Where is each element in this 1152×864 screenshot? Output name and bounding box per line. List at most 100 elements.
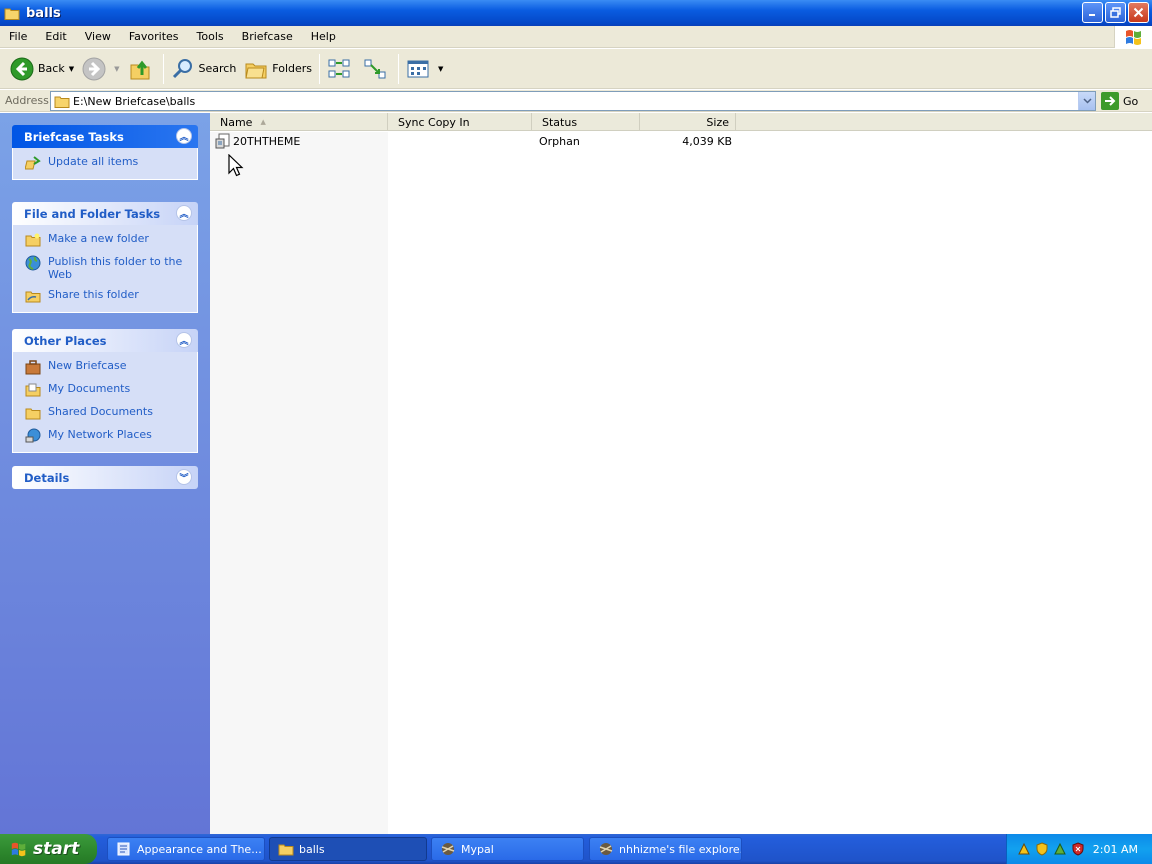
task-label: balls	[299, 842, 325, 856]
file-folder-tasks-header[interactable]: File and Folder Tasks ︽	[12, 202, 198, 225]
sorted-column-highlight	[210, 132, 388, 834]
forward-button[interactable]: ▼	[78, 52, 123, 86]
restore-button[interactable]	[1105, 2, 1126, 23]
go-arrow-icon	[1101, 92, 1119, 110]
back-button[interactable]: Back ▼	[6, 52, 78, 86]
tray-app-icon[interactable]	[1017, 842, 1031, 856]
briefcase-tasks-header[interactable]: Briefcase Tasks ︽	[12, 125, 198, 148]
column-name[interactable]: Name ▲	[210, 113, 388, 131]
my-documents-link[interactable]: My Documents	[25, 382, 187, 398]
shared-folder-icon	[25, 405, 41, 421]
task-label: nhhizme's file explore...	[619, 842, 742, 856]
control-panel-icon	[116, 841, 132, 857]
search-icon	[171, 57, 195, 81]
file-list: Name ▲ Sync Copy In Status Size 20THTHEM…	[210, 113, 1152, 834]
folders-label: Folders	[272, 62, 313, 75]
share-folder-link[interactable]: Share this folder	[25, 288, 187, 304]
details-header[interactable]: Details ︾	[12, 466, 198, 489]
collapse-icon[interactable]: ︽	[176, 332, 192, 348]
start-button[interactable]: start	[0, 834, 97, 864]
network-status-icon[interactable]	[1053, 842, 1067, 856]
briefcase-icon	[25, 359, 41, 375]
my-network-places-link[interactable]: My Network Places	[25, 428, 187, 444]
sync-icon	[327, 57, 351, 81]
menu-favorites[interactable]: Favorites	[120, 30, 188, 43]
shared-documents-link[interactable]: Shared Documents	[25, 405, 187, 421]
column-sync-copy-in[interactable]: Sync Copy In	[388, 113, 532, 131]
back-arrow-icon	[10, 57, 34, 81]
expand-icon[interactable]: ︾	[176, 469, 192, 485]
window-title: balls	[26, 5, 61, 21]
sort-ascending-icon: ▲	[260, 118, 266, 126]
security-shield-icon[interactable]	[1035, 842, 1049, 856]
link-label: Make a new folder	[48, 232, 149, 245]
menu-edit[interactable]: Edit	[36, 30, 75, 43]
menu-view[interactable]: View	[76, 30, 120, 43]
folder-icon	[54, 95, 70, 108]
new-folder-icon	[25, 232, 41, 248]
folder-up-icon	[128, 57, 152, 81]
make-new-folder-link[interactable]: Make a new folder	[25, 232, 187, 248]
menu-briefcase[interactable]: Briefcase	[233, 30, 302, 43]
update-all-button[interactable]	[323, 52, 359, 86]
folder-icon	[4, 7, 20, 20]
collapse-icon[interactable]: ︽	[176, 205, 192, 221]
column-label: Status	[542, 115, 578, 129]
column-status[interactable]: Status	[532, 113, 640, 131]
update-selection-icon	[363, 57, 387, 81]
task-label: Mypal	[461, 842, 494, 856]
publish-folder-link[interactable]: Publish this folder to the Web	[25, 255, 187, 281]
list-item[interactable]: 20THTHEME Orphan 4,039 KB	[210, 132, 740, 150]
address-value: E:\New Briefcase\balls	[73, 94, 196, 108]
clock[interactable]: 2:01 AM	[1093, 843, 1138, 856]
chevron-down-icon[interactable]: ▼	[438, 65, 443, 73]
menu-tools[interactable]: Tools	[188, 30, 233, 43]
link-label: My Documents	[48, 382, 131, 395]
collapse-icon[interactable]: ︽	[176, 128, 192, 144]
update-all-items-link[interactable]: Update all items	[25, 155, 187, 171]
minimize-button[interactable]	[1082, 2, 1103, 23]
title-bar[interactable]: balls	[0, 0, 1152, 26]
update-icon	[25, 155, 41, 171]
column-headers: Name ▲ Sync Copy In Status Size	[210, 113, 1152, 131]
file-status: Orphan	[539, 134, 580, 148]
address-input[interactable]: E:\New Briefcase\balls	[50, 91, 1096, 111]
other-places-header[interactable]: Other Places ︽	[12, 329, 198, 352]
forward-arrow-icon	[82, 57, 106, 81]
search-label: Search	[198, 62, 237, 75]
file-folder-tasks-panel: File and Folder Tasks ︽ Make a new folde…	[12, 202, 198, 313]
column-size[interactable]: Size	[640, 113, 736, 131]
chevron-down-icon[interactable]: ▼	[114, 65, 119, 73]
close-button[interactable]	[1128, 2, 1149, 23]
search-button[interactable]: Search	[167, 52, 241, 86]
antivirus-icon[interactable]	[1071, 842, 1085, 856]
go-button[interactable]: Go	[1101, 92, 1138, 110]
browser-icon	[440, 841, 456, 857]
folders-button[interactable]: Folders	[240, 52, 316, 86]
taskbar-item-mypal[interactable]: Mypal	[431, 837, 584, 861]
taskbar-item-balls[interactable]: balls	[269, 837, 427, 861]
up-button[interactable]	[124, 52, 160, 86]
folder-icon	[278, 841, 294, 857]
panel-title: Briefcase Tasks	[24, 129, 124, 144]
chevron-down-icon[interactable]: ▼	[69, 65, 74, 73]
link-label: Publish this folder to the Web	[48, 255, 183, 281]
address-dropdown-button[interactable]	[1078, 92, 1095, 110]
menu-file[interactable]: File	[0, 30, 36, 43]
menu-bar: File Edit View Favorites Tools Briefcase…	[0, 26, 1152, 48]
taskbar: start Appearance and The... balls Mypal …	[0, 834, 1152, 864]
link-label: My Network Places	[48, 428, 152, 441]
file-size: 4,039 KB	[682, 134, 732, 148]
update-selection-button[interactable]	[359, 52, 395, 86]
taskbar-item-file-explorer[interactable]: nhhizme's file explore...	[589, 837, 742, 861]
toolbar-separator	[319, 53, 321, 84]
taskbar-item-appearance[interactable]: Appearance and The...	[107, 837, 265, 861]
views-button[interactable]: ▼	[402, 52, 447, 86]
toolbar-separator	[162, 53, 164, 84]
menu-help[interactable]: Help	[302, 30, 345, 43]
address-bar: Address E:\New Briefcase\balls Go	[0, 90, 1152, 112]
briefcase-file-icon	[215, 133, 231, 149]
go-label: Go	[1123, 94, 1139, 108]
column-label: Size	[706, 115, 729, 129]
new-briefcase-link[interactable]: New Briefcase	[25, 359, 187, 375]
